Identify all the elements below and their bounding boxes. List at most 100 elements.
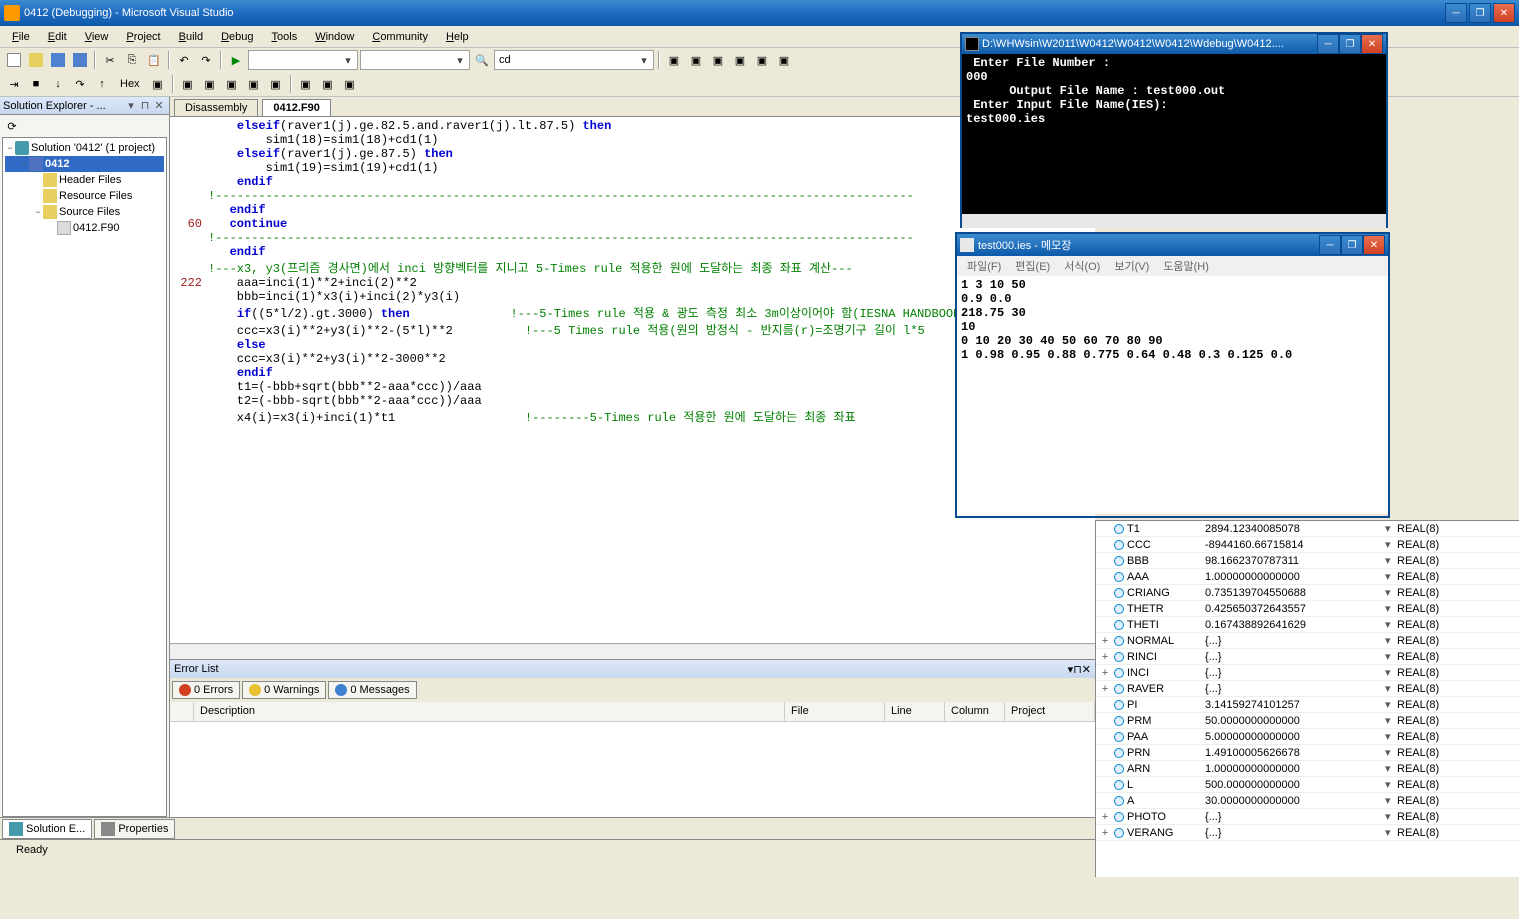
col-description[interactable]: Description <box>194 702 785 721</box>
find-button[interactable]: 🔍 <box>472 50 492 70</box>
locals-panel[interactable]: T12894.12340085078▾REAL(8)CCC-8944160.66… <box>1095 520 1519 877</box>
step-into-button[interactable]: ↓ <box>48 74 68 94</box>
solution-tree[interactable]: −Solution '0412' (1 project) −0412 Heade… <box>2 137 167 817</box>
tab-disassembly[interactable]: Disassembly <box>174 99 258 116</box>
menu-file[interactable]: File <box>4 29 38 45</box>
menu-edit[interactable]: Edit <box>40 29 75 45</box>
header-files-folder[interactable]: Header Files <box>5 172 164 188</box>
maximize-button[interactable]: ❐ <box>1469 3 1491 23</box>
local-row[interactable]: THETI0.167438892641629▾REAL(8) <box>1096 617 1519 633</box>
console-maximize-button[interactable]: ❐ <box>1339 34 1361 54</box>
debug-tool-3[interactable]: ▣ <box>200 74 220 94</box>
pane-pin-button[interactable]: ⊓ <box>138 99 152 112</box>
local-row[interactable]: THETR0.425650372643557▾REAL(8) <box>1096 601 1519 617</box>
source-file[interactable]: 0412.F90 <box>5 220 164 236</box>
errlist-close-button[interactable]: ✕ <box>1082 663 1091 676</box>
undo-button[interactable]: ↶ <box>174 50 194 70</box>
redo-button[interactable]: ↷ <box>196 50 216 70</box>
step-over-button[interactable]: ↷ <box>70 74 90 94</box>
save-all-button[interactable] <box>70 50 90 70</box>
menu-view[interactable]: View <box>77 29 117 45</box>
col-project[interactable]: Project <box>1005 702 1095 721</box>
tool-3[interactable]: ▣ <box>708 50 728 70</box>
tool-2[interactable]: ▣ <box>686 50 706 70</box>
console-minimize-button[interactable]: ─ <box>1317 34 1339 54</box>
menu-project[interactable]: Project <box>118 29 168 45</box>
debug-tool-2[interactable]: ▣ <box>178 74 198 94</box>
errors-tab[interactable]: 0 Errors <box>172 681 240 699</box>
menu-build[interactable]: Build <box>171 29 211 45</box>
menu-debug[interactable]: Debug <box>213 29 261 45</box>
notepad-maximize-button[interactable]: ❐ <box>1341 235 1363 255</box>
run-button[interactable]: ▶ <box>226 50 246 70</box>
step-out-button[interactable]: ↑ <box>92 74 112 94</box>
debug-tool-8[interactable]: ▣ <box>318 74 338 94</box>
toolbox-button[interactable]: ▣ <box>774 50 794 70</box>
local-row[interactable]: L500.000000000000▾REAL(8) <box>1096 777 1519 793</box>
solution-refresh-button[interactable]: ⟳ <box>2 116 22 136</box>
menu-tools[interactable]: Tools <box>264 29 306 45</box>
local-row[interactable]: ARN1.00000000000000▾REAL(8) <box>1096 761 1519 777</box>
editor-hscroll[interactable] <box>170 643 1095 659</box>
local-row[interactable]: +NORMAL{...}▾REAL(8) <box>1096 633 1519 649</box>
notepad-window[interactable]: test000.ies - 메모장 ─ ❐ ✕ 파일(F)편집(E)서식(O)보… <box>955 232 1390 518</box>
console-scrollbar[interactable] <box>962 214 1386 228</box>
notepad-close-button[interactable]: ✕ <box>1363 235 1385 255</box>
notepad-minimize-button[interactable]: ─ <box>1319 235 1341 255</box>
config-dropdown-2[interactable]: ▾ <box>360 50 470 70</box>
save-button[interactable] <box>48 50 68 70</box>
notepad-menu-item[interactable]: 편집(E) <box>1009 257 1056 275</box>
local-row[interactable]: AAA1.00000000000000▾REAL(8) <box>1096 569 1519 585</box>
debug-tool-9[interactable]: ▣ <box>340 74 360 94</box>
local-row[interactable]: +PHOTO{...}▾REAL(8) <box>1096 809 1519 825</box>
notepad-menu-item[interactable]: 서식(O) <box>1058 257 1106 275</box>
local-row[interactable]: A30.0000000000000▾REAL(8) <box>1096 793 1519 809</box>
debug-tool-6[interactable]: ▣ <box>266 74 286 94</box>
project-node[interactable]: −0412 <box>5 156 164 172</box>
debug-tool-7[interactable]: ▣ <box>296 74 316 94</box>
copy-button[interactable]: ⎘ <box>122 50 142 70</box>
solution-explorer-tab[interactable]: Solution E... <box>2 819 92 839</box>
local-row[interactable]: PI3.14159274101257▾REAL(8) <box>1096 697 1519 713</box>
local-row[interactable]: CCC-8944160.66715814▾REAL(8) <box>1096 537 1519 553</box>
paste-button[interactable]: 📋 <box>144 50 164 70</box>
notepad-menu-item[interactable]: 도움말(H) <box>1157 257 1215 275</box>
notepad-body[interactable]: 1 3 10 50 0.9 0.0 218.75 30 10 0 10 20 3… <box>957 276 1388 514</box>
pane-dropdown-button[interactable]: ▾ <box>124 99 138 112</box>
solution-node[interactable]: −Solution '0412' (1 project) <box>5 140 164 156</box>
close-button[interactable]: ✕ <box>1493 3 1515 23</box>
local-row[interactable]: +VERANG{...}▾REAL(8) <box>1096 825 1519 841</box>
new-button[interactable] <box>4 50 24 70</box>
properties-tab[interactable]: Properties <box>94 819 175 839</box>
console-window[interactable]: D:\WHWsin\W2011\W0412\W0412\W0412\Wdebug… <box>960 32 1388 228</box>
local-row[interactable]: +RINCI{...}▾REAL(8) <box>1096 649 1519 665</box>
step-button-1[interactable]: ⇥ <box>4 74 24 94</box>
notepad-menu-item[interactable]: 파일(F) <box>961 257 1007 275</box>
debug-tool-5[interactable]: ▣ <box>244 74 264 94</box>
config-dropdown-1[interactable]: ▾ <box>248 50 358 70</box>
col-column[interactable]: Column <box>945 702 1005 721</box>
warnings-tab[interactable]: 0 Warnings <box>242 681 326 699</box>
stop-button[interactable]: ■ <box>26 74 46 94</box>
col-line[interactable]: Line <box>885 702 945 721</box>
menu-community[interactable]: Community <box>364 29 436 45</box>
local-row[interactable]: PRN1.49100005626678▾REAL(8) <box>1096 745 1519 761</box>
local-row[interactable]: PRM50.0000000000000▾REAL(8) <box>1096 713 1519 729</box>
source-files-folder[interactable]: −Source Files <box>5 204 164 220</box>
tool-1[interactable]: ▣ <box>664 50 684 70</box>
debug-tool-4[interactable]: ▣ <box>222 74 242 94</box>
tool-5[interactable]: ▣ <box>752 50 772 70</box>
notepad-menu-item[interactable]: 보기(V) <box>1108 257 1155 275</box>
open-button[interactable] <box>26 50 46 70</box>
tab-source[interactable]: 0412.F90 <box>262 99 330 116</box>
errlist-pin-button[interactable]: ⊓ <box>1073 663 1082 676</box>
local-row[interactable]: BBB98.1662370787311▾REAL(8) <box>1096 553 1519 569</box>
col-file[interactable]: File <box>785 702 885 721</box>
pane-close-button[interactable]: ✕ <box>152 99 166 112</box>
messages-tab[interactable]: 0 Messages <box>328 681 416 699</box>
debug-tool-1[interactable]: ▣ <box>148 74 168 94</box>
cut-button[interactable]: ✂ <box>100 50 120 70</box>
local-row[interactable]: +INCI{...}▾REAL(8) <box>1096 665 1519 681</box>
resource-files-folder[interactable]: Resource Files <box>5 188 164 204</box>
local-row[interactable]: CRIANG0.735139704550688▾REAL(8) <box>1096 585 1519 601</box>
